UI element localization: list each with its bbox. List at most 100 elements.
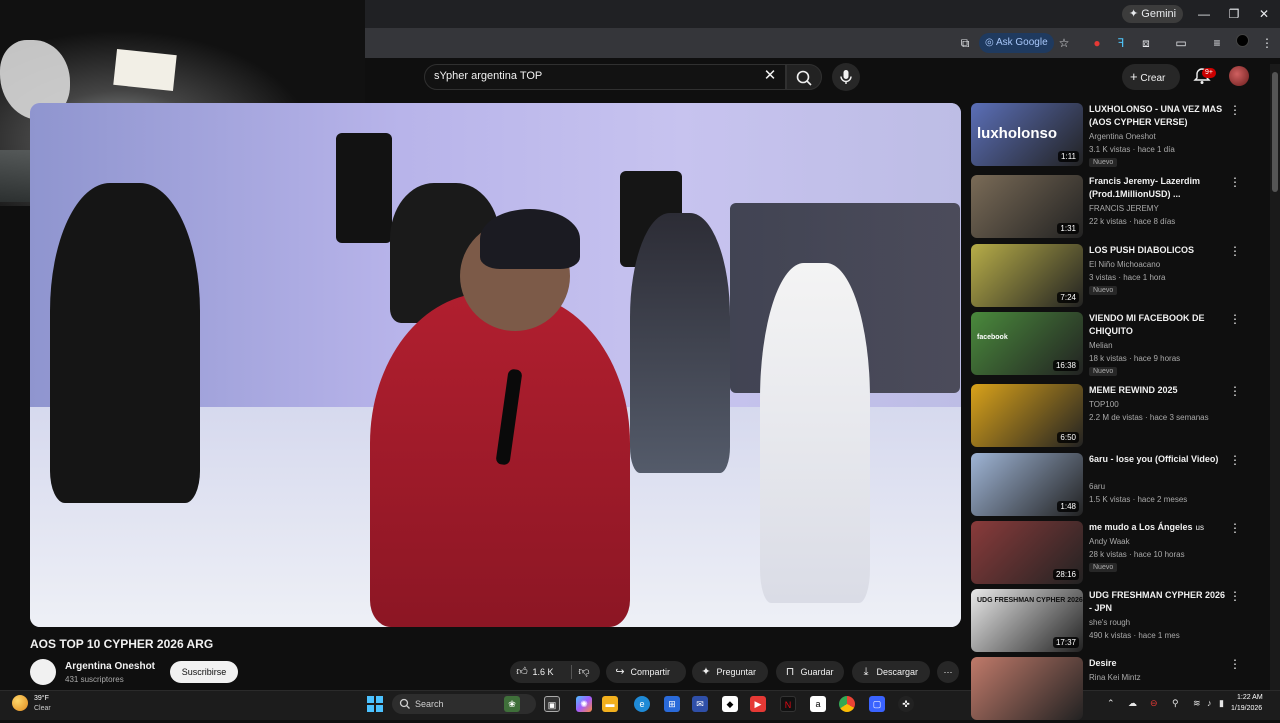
weather-temperature[interactable]: 39°F — [34, 695, 49, 702]
app-window-icon[interactable]: ▢ — [869, 696, 885, 712]
more-options-icon[interactable]: ⋮ — [1229, 175, 1241, 189]
recommendation-title[interactable]: MEME REWIND 2025 — [1089, 384, 1227, 397]
bookmark-icon: ⊓ — [785, 666, 795, 678]
video-player[interactable] — [30, 103, 961, 627]
recommendation-title[interactable]: Desire — [1089, 657, 1227, 670]
more-options-icon[interactable]: ⋮ — [1229, 589, 1241, 603]
ask-google-button[interactable]: ◎ Ask Google — [979, 33, 1054, 53]
recommendation-thumbnail[interactable] — [971, 657, 1083, 720]
new-badge: Nuevo — [1089, 286, 1118, 295]
bookmark-star-icon[interactable]: ☆ — [1055, 34, 1073, 52]
download-button[interactable]: ⤓ Descargar — [852, 661, 930, 683]
recommendation-item[interactable]: 28:16 me mudo a Los Ángeles us Andy Waak 28 … — [971, 521, 1251, 587]
close-window-button[interactable]: ✕ — [1252, 4, 1276, 24]
like-button[interactable]: 👍︎ 1.6 K — [514, 661, 553, 683]
recommendation-channel[interactable]: she's rough — [1089, 618, 1130, 627]
more-options-icon[interactable]: ⋮ — [1229, 103, 1241, 117]
clear-search-icon[interactable]: ✕ — [762, 67, 778, 85]
recommendation-channel[interactable]: Melian — [1089, 341, 1113, 350]
outlook-icon[interactable]: ✉ — [692, 696, 708, 712]
more-options-icon[interactable]: ⋮ — [1229, 384, 1241, 398]
recommendation-thumbnail[interactable]: 1:31 — [971, 175, 1083, 238]
netflix-icon[interactable]: N — [780, 696, 796, 712]
weather-moon-icon[interactable] — [12, 695, 28, 711]
recommendation-item[interactable]: luxholonso 1:11 LUXHOLONSO - UNA VEZ MAS (… — [971, 103, 1251, 169]
more-options-icon[interactable]: ⋮ — [1229, 521, 1241, 535]
recommendation-thumbnail[interactable]: 1:48 — [971, 453, 1083, 516]
roblox-icon[interactable]: ◆ — [722, 696, 738, 712]
amazon-icon[interactable]: a — [810, 696, 826, 712]
recommendation-channel[interactable]: FRANCIS JEREMY — [1089, 204, 1159, 213]
translate-extension-icon[interactable]: ꟻ — [1112, 34, 1130, 52]
recommendation-thumbnail[interactable]: 28:16 — [971, 521, 1083, 584]
more-options-icon[interactable]: ⋮ — [1229, 312, 1241, 326]
recommendation-item[interactable]: 1:48 6aru - lose you (Official Video) 6aru… — [971, 453, 1251, 519]
extensions-icon[interactable]: ⧈ — [1137, 34, 1155, 52]
voice-search-button[interactable] — [832, 63, 860, 91]
recommendation-thumbnail[interactable]: 7:24 — [971, 244, 1083, 307]
browser-menu-icon[interactable]: ⋮ — [1258, 34, 1276, 52]
more-actions-button[interactable]: ⋯ — [937, 661, 959, 683]
recommendation-item[interactable]: facebook 16:38 VIENDO MI FACEBOOK DE CHIQU… — [971, 312, 1251, 378]
recommendation-item[interactable]: UDG FRESHMAN CYPHER 2026 17:37 UDG FRESHMA… — [971, 589, 1251, 655]
more-options-icon[interactable]: ⋮ — [1229, 453, 1241, 467]
copilot-icon[interactable]: ✺ — [576, 696, 592, 712]
youtube-app-icon[interactable]: ▶ — [750, 696, 766, 712]
microsoft-store-icon[interactable]: ⊞ — [664, 696, 680, 712]
recommendation-title[interactable]: UDG FRESHMAN CYPHER 2026 - JPN — [1089, 589, 1227, 615]
channel-name[interactable]: Argentina Oneshot — [65, 661, 155, 672]
channel-avatar[interactable] — [30, 659, 56, 685]
reading-list-icon[interactable]: ≡ — [1208, 34, 1226, 52]
maximize-button[interactable]: ❐ — [1222, 4, 1246, 24]
recommendation-thumbnail[interactable]: luxholonso 1:11 — [971, 103, 1083, 166]
recommendation-title[interactable]: LUXHOLONSO - UNA VEZ MAS (AOS CYPHER VER… — [1089, 103, 1227, 129]
recommendation-title[interactable]: Francis Jeremy- Lazerdim (Prod.1MillionU… — [1089, 175, 1227, 201]
new-badge: Nuevo — [1089, 367, 1118, 376]
edge-browser-icon[interactable]: e — [634, 696, 650, 712]
ask-google-label: Ask Google — [995, 37, 1048, 48]
share-button[interactable]: ↪ Compartir — [606, 661, 686, 683]
recommendation-item[interactable]: 7:24 LOS PUSH DIABOLICOS El Niño Michoacan… — [971, 244, 1251, 310]
chrome-browser-icon[interactable] — [839, 696, 855, 712]
install-app-icon[interactable]: ⧉ — [956, 34, 974, 52]
recommendation-channel[interactable]: Rina Kei Mintz — [1089, 673, 1141, 682]
split-view-icon[interactable]: ▭ — [1172, 34, 1190, 52]
recommendation-channel[interactable]: TOP100 — [1089, 400, 1119, 409]
ask-button[interactable]: ✦ Preguntar — [692, 661, 768, 683]
recommendation-channel[interactable]: 6aru — [1089, 482, 1105, 491]
user-avatar[interactable] — [1229, 66, 1249, 86]
recommendation-title[interactable]: VIENDO MI FACEBOOK DE CHIQUITO — [1089, 312, 1227, 338]
recommendation-thumbnail[interactable]: 6:50 — [971, 384, 1083, 447]
record-extension-icon[interactable]: ● — [1088, 34, 1106, 52]
subscribe-button[interactable]: Suscribirse — [170, 661, 238, 683]
save-button[interactable]: ⊓ Guardar — [776, 661, 844, 683]
recommendation-item[interactable]: 6:50 MEME REWIND 2025 TOP100 2.2 M de vista… — [971, 384, 1251, 450]
dislike-button[interactable]: 👎︎ — [576, 661, 592, 683]
share-icon: ↪ — [615, 666, 625, 678]
minimize-button[interactable]: — — [1192, 4, 1216, 24]
recommendation-thumbnail[interactable]: UDG FRESHMAN CYPHER 2026 17:37 — [971, 589, 1083, 652]
task-view-icon[interactable]: ▣ — [544, 696, 560, 712]
recommendation-item[interactable]: Desire Rina Kei Mintz ⋮ — [971, 657, 1251, 723]
recommendation-title[interactable]: me mudo a Los Ángeles us — [1089, 521, 1227, 534]
recommendation-channel[interactable]: Andy Waak — [1089, 537, 1130, 546]
file-explorer-icon[interactable]: ▬ — [602, 696, 618, 712]
recommendation-channel[interactable]: Argentina Oneshot — [1089, 132, 1156, 141]
recommendation-title[interactable]: LOS PUSH DIABOLICOS — [1089, 244, 1227, 257]
more-options-icon[interactable]: ⋮ — [1229, 657, 1241, 671]
capcut-icon[interactable]: ✜ — [898, 696, 914, 712]
search-button[interactable] — [786, 64, 822, 90]
recommendation-channel[interactable]: El Niño Michoacano — [1089, 260, 1160, 269]
weather-description[interactable]: Clear — [34, 705, 51, 712]
more-options-icon[interactable]: ⋮ — [1229, 244, 1241, 258]
scrollbar-thumb[interactable] — [1272, 72, 1278, 192]
profile-avatar-icon[interactable] — [1233, 34, 1251, 52]
video-title: AOS TOP 10 CYPHER 2026 ARG — [30, 637, 214, 651]
create-button[interactable]: + Crear — [1122, 64, 1180, 90]
gemini-button[interactable]: ✦ Gemini — [1122, 5, 1184, 23]
start-button[interactable] — [367, 696, 383, 712]
recommendation-title[interactable]: 6aru - lose you (Official Video) — [1089, 453, 1227, 466]
recommendation-item[interactable]: 1:31 Francis Jeremy- Lazerdim (Prod.1Mill… — [971, 175, 1251, 241]
recommendation-thumbnail[interactable]: facebook 16:38 — [971, 312, 1083, 375]
taskbar-search-icon — [399, 698, 410, 709]
